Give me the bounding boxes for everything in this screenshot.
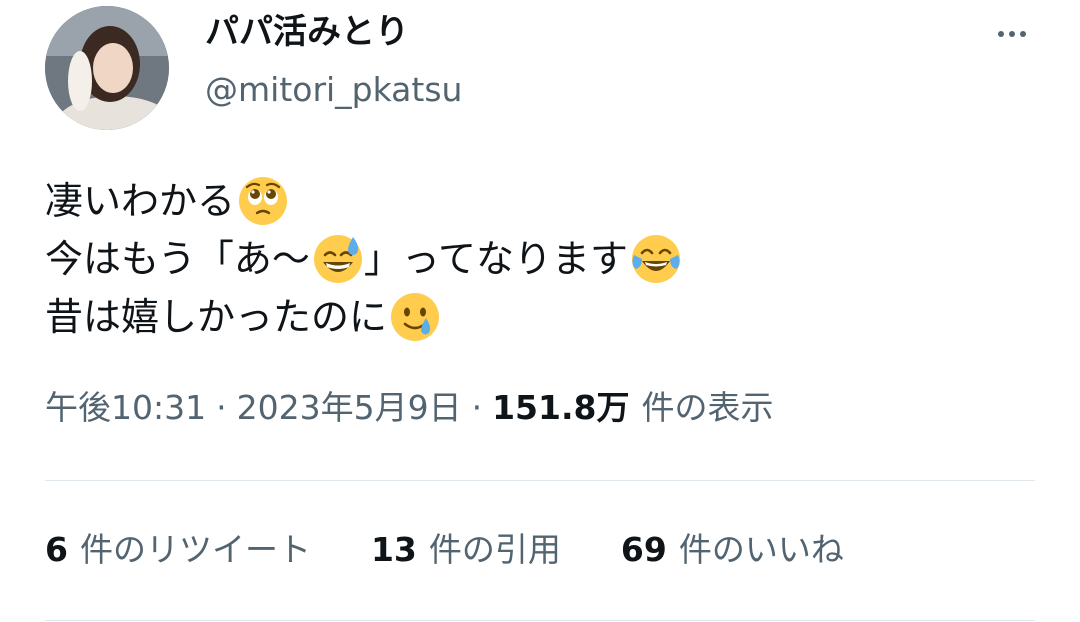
avatar[interactable]: [45, 6, 169, 130]
views-label[interactable]: 件の表示: [641, 384, 773, 432]
tweet-line-1: 凄いわかる: [45, 172, 682, 230]
tweet-line-2: 今はもう「あ～ 」ってなります: [45, 230, 682, 288]
divider: [45, 480, 1035, 481]
tweet-text: 凄いわかる 今はもう「あ～ 」ってなります 昔は嬉しかったのに: [45, 172, 682, 346]
engagement-stats: 6 件のリツイート 13 件の引用 69 件のいいね: [45, 526, 904, 574]
divider-bottom: [45, 620, 1035, 621]
views-count[interactable]: 151.8万: [492, 384, 629, 432]
tweet-line-3-text: 昔は嬉しかったのに: [45, 295, 388, 339]
face-with-tears-of-joy-icon: [630, 233, 682, 285]
tweet-line-2-text-b: 」ってなります: [363, 237, 628, 281]
retweets-label: 件のリツイート: [79, 530, 311, 569]
quotes-stat[interactable]: 13 件の引用: [371, 526, 561, 574]
tweet-time[interactable]: 午後10:31: [45, 384, 206, 432]
more-icon[interactable]: [988, 16, 1036, 52]
face-holding-back-tears-icon: [237, 175, 289, 227]
display-name[interactable]: パパ活みとり: [205, 10, 409, 54]
meta-separator-2: ·: [471, 388, 483, 427]
smiling-face-with-tear-icon: [389, 291, 441, 343]
retweets-count: 6: [45, 530, 68, 569]
grinning-face-with-sweat-icon: [312, 233, 364, 285]
quotes-label: 件の引用: [428, 530, 561, 569]
likes-stat[interactable]: 69 件のいいね: [621, 526, 844, 574]
meta-separator: ·: [216, 388, 227, 427]
tweet-line-1-text: 凄いわかる: [45, 179, 236, 223]
tweet-meta: 午後10:31 · 2023年5月9日 · 151.8万 件の表示: [45, 384, 773, 432]
tweet-line-2-text-a: 今はもう「あ～: [45, 237, 310, 281]
likes-count: 69: [620, 530, 667, 569]
user-handle[interactable]: @mitori_pkatsu: [205, 68, 462, 112]
profile-photo: [45, 6, 169, 130]
tweet-line-3: 昔は嬉しかったのに: [45, 288, 682, 346]
retweets-stat[interactable]: 6 件のリツイート: [45, 526, 311, 574]
likes-label: 件のいいね: [678, 530, 844, 569]
tweet-date[interactable]: 2023年5月9日: [237, 384, 462, 432]
quotes-count: 13: [370, 530, 417, 569]
